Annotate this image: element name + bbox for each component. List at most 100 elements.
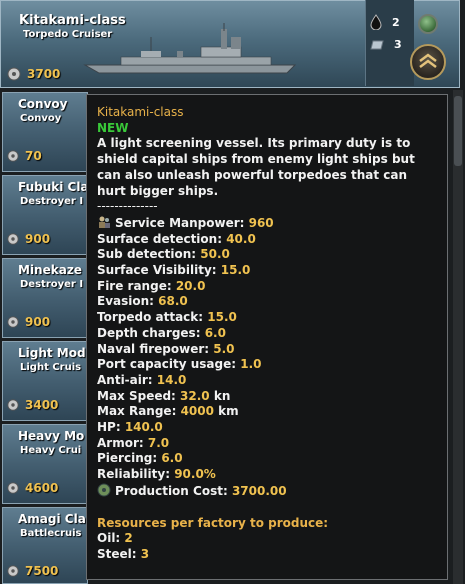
gear-coins-icon [7, 67, 21, 81]
stat-value: 90.0% [174, 467, 216, 482]
tooltip-separator: -------------- [97, 199, 158, 214]
new-badge: NEW [97, 120, 129, 135]
stat-label: Armor: [97, 435, 144, 450]
stat-value: 3700.00 [231, 483, 287, 498]
stat-row-production: Production Cost: 3700.00 [97, 483, 437, 500]
resource-row-steel: Steel: 3 [97, 547, 437, 563]
stat-value: 40.0 [226, 231, 256, 246]
list-scrollbar-thumb[interactable] [454, 96, 462, 166]
stat-row: HP: 140.0 [97, 420, 437, 436]
stat-value: 20.0 [175, 278, 206, 293]
stat-label: Anti-air: [97, 372, 153, 387]
resource-label: Steel: [97, 546, 137, 561]
manpower-icon [99, 216, 110, 228]
ship-card-cost: 70 [25, 149, 42, 163]
stat-label: Production Cost: [115, 483, 228, 498]
stat-value: 50.0 [200, 247, 230, 262]
stat-row: Armor: 7.0 [97, 436, 437, 452]
stat-label: Fire range: [97, 278, 172, 293]
stat-label: Evasion: [97, 294, 154, 309]
ship-card-name: Minekaze [18, 263, 82, 277]
stat-unit: kn [209, 388, 231, 403]
stat-value: 960 [248, 215, 274, 230]
stat-value: 6.0 [204, 325, 226, 340]
stat-value: 15.0 [220, 263, 251, 278]
stat-label: Surface detection: [97, 231, 223, 246]
ship-card-name: Light Mod [18, 346, 86, 360]
tooltip-title: Kitakami-class [97, 105, 184, 119]
stat-row: Fire range: 20.0 [97, 279, 437, 295]
stat-row: Evasion: 68.0 [97, 294, 437, 310]
ship-card-cost: 7500 [25, 564, 59, 578]
gear-coins-icon [7, 233, 19, 245]
ship-card-type: Battlecruis [20, 528, 82, 539]
ship-card-heavy-cruiser[interactable]: Heavy Mo Heavy Crui 4600 [2, 424, 88, 504]
stat-unit: km [213, 404, 239, 419]
resource-value: 2 [124, 531, 133, 546]
stat-row: Torpedo attack: 15.0 [97, 310, 437, 326]
stat-label: Sub detection: [97, 247, 197, 262]
stat-label: Service Manpower: [115, 215, 245, 230]
ship-card-minekaze[interactable]: Minekaze Destroyer I 900 [2, 258, 88, 338]
stat-value: 32.0 [180, 388, 210, 403]
stat-row: Reliability: 90.0% [97, 467, 437, 483]
stat-row-manpower: Service Manpower: 960 [97, 215, 437, 232]
stat-label: Max Speed: [97, 388, 176, 403]
stat-label: Port capacity usage: [97, 357, 237, 372]
equipment-panel: Kitakami-class Torpedo Cruiser 3700 2 3 … [0, 0, 465, 584]
stat-value: 68.0 [158, 294, 188, 309]
gear-coins-icon [7, 316, 19, 328]
stat-row: Max Range: 4000 km [97, 404, 437, 420]
stats-list: Surface detection: 40.0 Sub detection: 50… [97, 232, 437, 483]
ship-card-name: Amagi Cla [18, 512, 86, 526]
stat-value: 1.0 [240, 357, 262, 372]
stat-label: HP: [97, 420, 121, 435]
ship-card-type: Convoy [20, 113, 62, 124]
stat-row: Naval firepower: 5.0 [97, 342, 437, 358]
stat-row: Surface detection: 40.0 [97, 232, 437, 248]
ship-card-light-cruiser[interactable]: Light Mod Light Cruis 3400 [2, 341, 88, 421]
resources-title: Resources per factory to produce: [97, 515, 329, 530]
gear-coins-icon [7, 399, 19, 411]
stat-label: Surface Visibility: [97, 263, 217, 278]
oil-count: 2 [392, 15, 400, 29]
stat-row: Depth charges: 6.0 [97, 326, 437, 342]
stat-label: Piercing: [97, 451, 158, 466]
stat-row: Sub detection: 50.0 [97, 247, 437, 263]
resource-label: Oil: [97, 531, 121, 546]
stat-value: 14.0 [156, 372, 187, 387]
oil-drop-icon [370, 14, 382, 30]
stat-label: Torpedo attack: [97, 310, 204, 325]
gear-coins-icon [7, 565, 19, 577]
ship-card-cost: 900 [25, 315, 51, 329]
ship-card-type: Destroyer I [20, 279, 84, 290]
stat-row: Max Speed: 32.0 kn [97, 389, 437, 405]
production-icon [97, 483, 111, 497]
stat-value: 15.0 [207, 310, 237, 325]
stat-value: 7.0 [147, 435, 170, 450]
ship-card-convoy[interactable]: Convoy Convoy 70 [2, 92, 88, 172]
status-indicator [418, 14, 438, 34]
resource-value: 3 [140, 546, 150, 561]
stat-label: Reliability: [97, 467, 170, 482]
ship-card-amagi[interactable]: Amagi Cla Battlecruis 7500 [2, 507, 88, 584]
chevron-rank-icon [419, 53, 437, 68]
stat-row: Port capacity usage: 1.0 [97, 357, 437, 373]
ship-silhouette [83, 23, 297, 74]
stat-row: Piercing: 6.0 [97, 451, 437, 467]
stat-label: Naval firepower: [97, 341, 210, 356]
ship-card-type: Destroyer I [20, 196, 84, 207]
gear-coins-icon [7, 482, 19, 494]
ship-card-name: Convoy [18, 97, 68, 111]
ship-card-cost: 4600 [25, 481, 59, 495]
steel-count: 3 [394, 38, 402, 51]
stat-value: 6.0 [161, 451, 183, 466]
upgrade-button[interactable] [410, 44, 446, 80]
tooltip-description: A light screening vessel. Its primary du… [97, 136, 415, 198]
ship-card-name: Heavy Mo [18, 429, 85, 443]
resource-row-oil: Oil: 2 [97, 531, 437, 547]
stat-row: Surface Visibility: 15.0 [97, 263, 437, 279]
ship-card-type: Light Cruis [20, 362, 82, 373]
ship-card-cost: 900 [25, 232, 51, 246]
ship-card-fubuki[interactable]: Fubuki Cla Destroyer I 900 [2, 175, 88, 255]
